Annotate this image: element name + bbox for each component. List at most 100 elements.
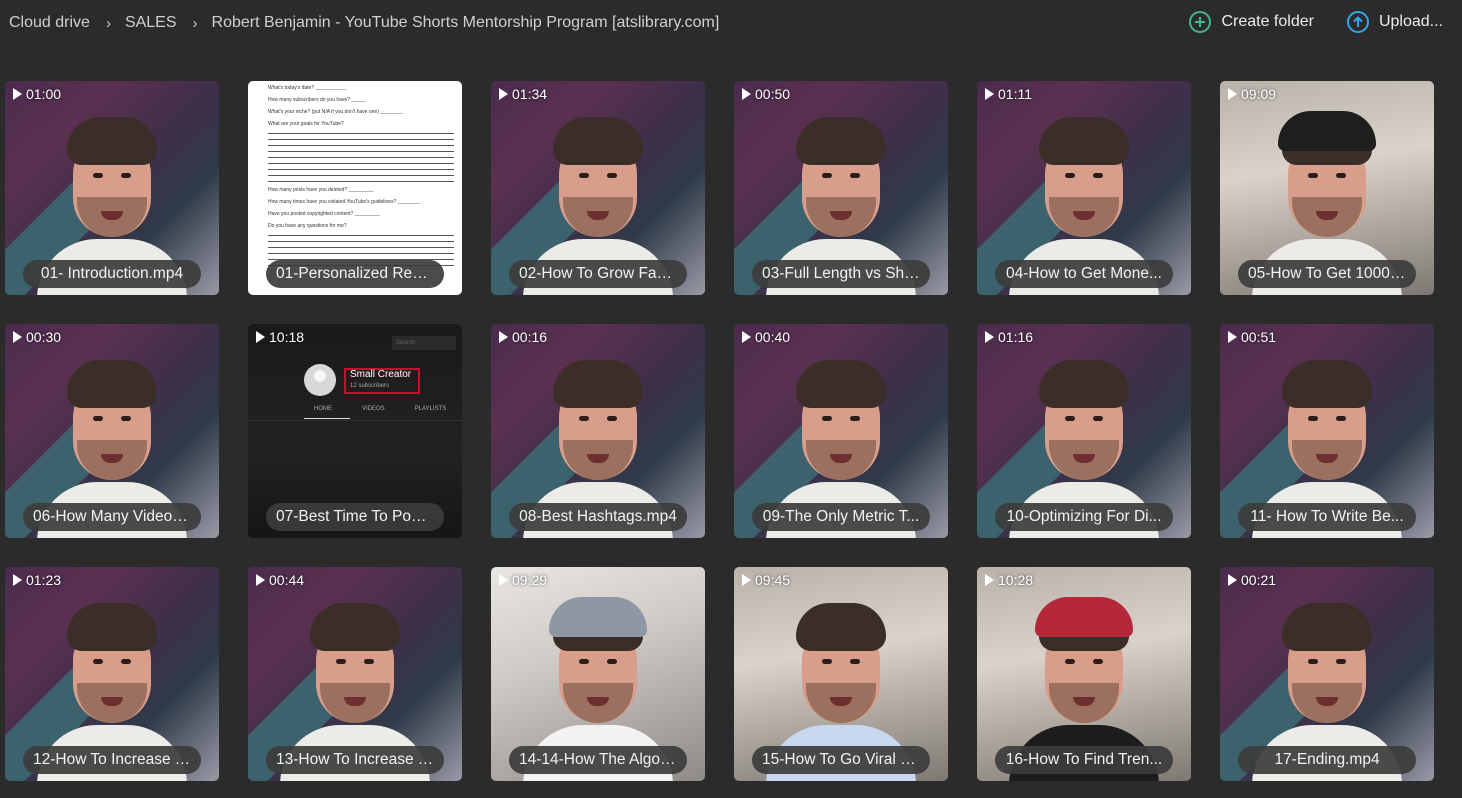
document-rule — [268, 181, 454, 182]
breadcrumb-current-folder[interactable]: Robert Benjamin - YouTube Shorts Mentors… — [212, 14, 720, 32]
file-grid: 01:00 01- Introduction.mp4 What's today's … — [5, 81, 1434, 781]
duration-text: 01:23 — [26, 572, 62, 588]
duration-text: 00:44 — [269, 572, 305, 588]
video-duration: 10:18 — [256, 329, 304, 345]
video-duration: 09:09 — [1228, 86, 1276, 102]
breadcrumb-cloud-drive[interactable]: Cloud drive — [9, 14, 90, 32]
upload-button[interactable]: Upload... — [1346, 11, 1443, 33]
channel-tab: PLAYLISTS — [414, 406, 447, 412]
file-tile[interactable]: 01:34 02-How To Grow Fast... — [491, 81, 705, 295]
file-name: 15-How To Go Viral o... — [752, 746, 930, 774]
play-icon — [985, 331, 994, 343]
duration-text: 09:09 — [1241, 86, 1277, 102]
video-duration: 01:23 — [13, 572, 61, 588]
document-preview: What's today's date? ___________ How many… — [268, 85, 454, 271]
document-rule — [268, 253, 454, 254]
video-duration: 01:11 — [985, 86, 1032, 102]
subscriber-count: 12 subscribers — [350, 383, 390, 389]
video-duration: 10:28 — [985, 572, 1033, 588]
play-icon — [13, 574, 22, 586]
create-folder-button[interactable]: Create folder — [1189, 11, 1314, 33]
play-icon — [256, 331, 265, 343]
document-line: How many subscribers do you have? _____ — [268, 97, 366, 103]
file-tile[interactable]: 00:30 06-How Many Videos... — [5, 324, 219, 538]
file-name: 10-Optimizing For Di... — [995, 503, 1173, 531]
file-tile[interactable]: 01:11 04-How to Get Mone... — [977, 81, 1191, 295]
play-icon — [499, 88, 508, 100]
duration-text: 09:29 — [512, 572, 548, 588]
file-tile[interactable]: 00:21 17-Ending.mp4 — [1220, 567, 1434, 781]
file-name: 11- How To Write Be... — [1238, 503, 1416, 531]
play-icon — [742, 331, 751, 343]
file-name: 02-How To Grow Fast... — [509, 260, 687, 288]
upload-label: Upload... — [1378, 13, 1443, 30]
play-icon — [742, 88, 751, 100]
file-tile[interactable]: 09:29 14-14-How The Algor... — [491, 567, 705, 781]
file-tile[interactable]: 00:40 09-The Only Metric T... — [734, 324, 948, 538]
file-tile[interactable]: 09:09 05-How To Get 1000 ... — [1220, 81, 1434, 295]
document-rule — [268, 163, 454, 164]
breadcrumb: Cloud drive › SALES › Robert Benjamin - … — [9, 14, 719, 32]
search-box: Search — [392, 336, 456, 350]
play-icon — [499, 331, 508, 343]
tab-underline — [304, 418, 350, 419]
document-rule — [268, 151, 454, 152]
play-icon — [742, 574, 751, 586]
file-tile[interactable]: 01:00 01- Introduction.mp4 — [5, 81, 219, 295]
play-icon — [13, 88, 22, 100]
play-icon — [1228, 331, 1237, 343]
file-tile[interactable]: 01:16 10-Optimizing For Di... — [977, 324, 1191, 538]
play-icon — [13, 331, 22, 343]
file-name: 13-How To Increase Y... — [266, 746, 444, 774]
file-name: 12-How To Increase Y... — [23, 746, 201, 774]
duration-text: 01:16 — [998, 329, 1034, 345]
plus-circle-icon — [1189, 11, 1212, 33]
channel-tab: VIDEOS — [362, 406, 385, 412]
file-name: 08-Best Hashtags.mp4 — [509, 503, 687, 531]
video-duration: 01:16 — [985, 329, 1033, 345]
play-icon — [985, 574, 994, 586]
document-rule — [268, 139, 454, 140]
video-duration: 00:50 — [742, 86, 790, 102]
play-icon — [1228, 88, 1237, 100]
duration-text: 01:11 — [998, 86, 1032, 102]
video-duration: 01:00 — [13, 86, 61, 102]
document-rule — [268, 133, 454, 134]
file-tile[interactable]: 00:51 11- How To Write Be... — [1220, 324, 1434, 538]
file-tile[interactable]: Search Small Creator 12 subscribers HOME VID… — [248, 324, 462, 538]
breadcrumb-sales[interactable]: SALES — [125, 14, 177, 32]
document-line: How many posts have you deleted? _______… — [268, 187, 374, 193]
document-rule — [268, 157, 454, 158]
duration-text: 10:18 — [269, 329, 305, 345]
file-tile[interactable]: 09:45 15-How To Go Viral o... — [734, 567, 948, 781]
divider — [248, 420, 462, 421]
duration-text: 00:21 — [1241, 572, 1277, 588]
document-rule — [268, 241, 454, 242]
create-folder-label: Create folder — [1221, 13, 1314, 30]
file-name: 01-Personalized Reco... — [266, 260, 444, 288]
play-icon — [1228, 574, 1237, 586]
file-tile[interactable]: 10:28 16-How To Find Tren... — [977, 567, 1191, 781]
play-icon — [985, 88, 994, 100]
document-line: Have you posted copyrighted content? ___… — [268, 211, 380, 217]
duration-text: 00:50 — [755, 86, 791, 102]
document-rule — [268, 175, 454, 176]
video-duration: 09:29 — [499, 572, 547, 588]
chevron-right-icon: › — [105, 14, 111, 32]
file-tile[interactable]: 00:16 08-Best Hashtags.mp4 — [491, 324, 705, 538]
file-tile[interactable]: 00:50 03-Full Length vs Sho... — [734, 81, 948, 295]
video-duration: 09:45 — [742, 572, 790, 588]
file-tile[interactable]: 01:23 12-How To Increase Y... — [5, 567, 219, 781]
file-name: 17-Ending.mp4 — [1238, 746, 1416, 774]
duration-text: 09:45 — [755, 572, 791, 588]
file-tile[interactable]: What's today's date? ___________ How many… — [248, 81, 462, 295]
file-name: 03-Full Length vs Sho... — [752, 260, 930, 288]
document-rule — [268, 235, 454, 236]
document-line: Do you have any questions for me? — [268, 223, 347, 229]
document-rule — [268, 169, 454, 170]
file-tile[interactable]: 00:44 13-How To Increase Y... — [248, 567, 462, 781]
duration-text: 00:40 — [755, 329, 791, 345]
chevron-right-icon: › — [192, 14, 198, 32]
document-line: What are your goals for YouTube? — [268, 121, 344, 127]
duration-text: 01:00 — [26, 86, 62, 102]
